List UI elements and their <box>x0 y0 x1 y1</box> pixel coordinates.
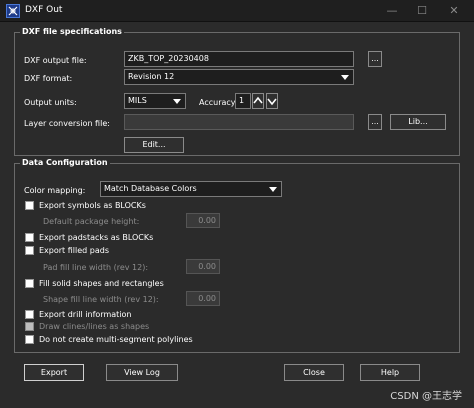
export-symbols-checkbox[interactable] <box>25 201 34 210</box>
title-bar <box>0 0 474 22</box>
accuracy-down-button[interactable] <box>266 93 278 109</box>
draw-clines-label: Draw clines/lines as shapes <box>39 322 150 331</box>
edit-button[interactable]: Edit... <box>124 137 184 153</box>
fill-solid-shapes-label: Fill solid shapes and rectangles <box>39 279 164 288</box>
export-drill-checkbox[interactable] <box>25 310 34 319</box>
dxf-spec-group-title: DXF file specifications <box>20 27 124 36</box>
chevron-down-icon <box>173 99 181 104</box>
color-mapping-select[interactable]: Match Database Colors <box>100 181 282 197</box>
units-label: Output units: <box>24 98 77 107</box>
fill-solid-shapes-checkbox[interactable] <box>25 279 34 288</box>
view-log-button[interactable]: View Log <box>106 364 178 381</box>
layer-file-browse-button[interactable]: ... <box>368 114 382 130</box>
format-label: DXF format: <box>24 74 73 83</box>
output-file-input[interactable]: ZKB_TOP_20230408 <box>124 51 354 67</box>
close-button[interactable]: Close <box>284 364 344 381</box>
units-select[interactable]: MILS <box>124 93 186 109</box>
export-symbols-label: Export symbols as BLOCKs <box>39 201 146 210</box>
export-button[interactable]: Export <box>24 364 84 381</box>
units-select-value: MILS <box>128 96 147 105</box>
layer-file-label: Layer conversion file: <box>24 119 110 128</box>
accuracy-label: Accuracy: <box>199 98 238 107</box>
shape-fill-label: Shape fill line width (rev 12): <box>43 295 159 304</box>
export-filled-pads-checkbox[interactable] <box>25 246 34 255</box>
shape-fill-input[interactable]: 0.00 <box>186 291 220 306</box>
default-height-label: Default package height: <box>43 217 140 226</box>
output-file-label: DXF output file: <box>24 56 87 65</box>
draw-clines-checkbox[interactable] <box>25 322 34 331</box>
watermark: CSDN @王志学 <box>390 391 462 402</box>
color-mapping-select-value: Match Database Colors <box>104 184 197 193</box>
lib-button[interactable]: Lib... <box>390 114 446 130</box>
export-padstacks-checkbox[interactable] <box>25 233 34 242</box>
window-title: DXF Out <box>25 5 63 15</box>
layer-file-input[interactable] <box>124 114 354 130</box>
color-mapping-label: Color mapping: <box>24 186 86 195</box>
pad-fill-label: Pad fill line width (rev 12): <box>43 263 149 272</box>
minimize-icon[interactable]: — <box>384 3 400 19</box>
output-file-browse-button[interactable]: ... <box>368 51 382 67</box>
export-filled-pads-label: Export filled pads <box>39 246 109 255</box>
chevron-down-icon <box>341 75 349 80</box>
maximize-icon[interactable]: ☐ <box>414 3 430 19</box>
export-padstacks-label: Export padstacks as BLOCKs <box>39 233 154 242</box>
no-multisegment-label: Do not create multi-segment polylines <box>39 335 193 344</box>
arrow-up-icon <box>253 96 263 104</box>
close-icon[interactable]: ✕ <box>446 3 462 19</box>
data-config-group-title: Data Configuration <box>20 158 110 167</box>
accuracy-up-button[interactable] <box>252 93 264 109</box>
format-select[interactable]: Revision 12 <box>124 69 354 85</box>
arrow-down-icon <box>267 98 277 106</box>
help-button[interactable]: Help <box>360 364 420 381</box>
pad-fill-input[interactable]: 0.00 <box>186 259 220 274</box>
format-select-value: Revision 12 <box>128 72 175 81</box>
no-multisegment-checkbox[interactable] <box>25 335 34 344</box>
default-height-input[interactable]: 0.00 <box>186 213 220 228</box>
app-icon <box>6 4 20 18</box>
chevron-down-icon <box>269 187 277 192</box>
export-drill-label: Export drill information <box>39 310 132 319</box>
accuracy-input[interactable]: 1 <box>235 93 251 109</box>
